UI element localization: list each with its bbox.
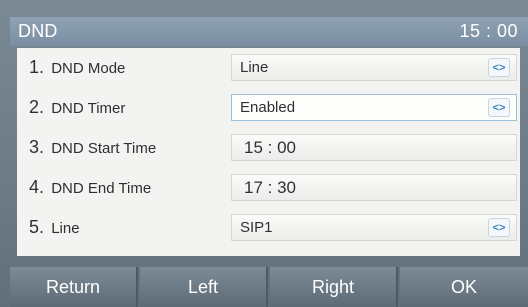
setting-row-dnd-end-time[interactable]: 4. DND End Time 17 : 30 [17, 168, 520, 208]
setting-row-dnd-start-time[interactable]: 3. DND Start Time 15 : 00 [17, 128, 520, 168]
setting-number: 5. [29, 217, 45, 237]
setting-number: 4. [29, 177, 45, 197]
line-select[interactable]: SIP1 <> [231, 214, 517, 241]
dnd-end-time-field[interactable]: 17 : 30 [231, 174, 517, 201]
setting-label-text: DND Timer [51, 100, 126, 117]
setting-label-text: DND Mode [51, 60, 126, 77]
page-title: DND [18, 21, 58, 41]
setting-label: 3. DND Start Time [29, 137, 156, 158]
dnd-start-time-value: 15 : 00 [244, 138, 296, 157]
line-value: SIP1 [240, 219, 273, 236]
dnd-mode-select[interactable]: Line <> [231, 54, 517, 81]
dnd-mode-value: Line [240, 59, 269, 76]
softkey-bar: Return Left Right OK [10, 267, 528, 307]
setting-label-text: Line [51, 220, 80, 237]
setting-label: 4. DND End Time [29, 177, 151, 198]
left-right-arrows-icon[interactable]: <> [488, 58, 510, 77]
title-bar: DND 15 : 00 [10, 17, 528, 46]
phone-screen: DND 15 : 00 1. DND Mode Line <> 2. DND T… [0, 0, 528, 307]
settings-panel: 1. DND Mode Line <> 2. DND Timer Enabled… [17, 48, 520, 256]
setting-number: 1. [29, 57, 45, 77]
clock: 15 : 00 [459, 21, 518, 41]
left-right-arrows-icon[interactable]: <> [488, 98, 510, 117]
setting-row-dnd-mode[interactable]: 1. DND Mode Line <> [17, 48, 520, 88]
setting-label: 5. Line [29, 217, 80, 238]
dnd-timer-select[interactable]: Enabled <> [231, 94, 517, 121]
setting-number: 2. [29, 97, 45, 117]
dnd-timer-value: Enabled [240, 99, 296, 116]
setting-row-dnd-timer[interactable]: 2. DND Timer Enabled <> [17, 88, 520, 128]
ok-softkey[interactable]: OK [400, 267, 528, 307]
setting-number: 3. [29, 137, 45, 157]
setting-label: 1. DND Mode [29, 57, 125, 78]
left-right-arrows-icon[interactable]: <> [488, 218, 510, 237]
setting-row-line[interactable]: 5. Line SIP1 <> [17, 208, 520, 248]
setting-label-text: DND End Time [51, 180, 152, 197]
dnd-start-time-field[interactable]: 15 : 00 [231, 134, 517, 161]
setting-label: 2. DND Timer [29, 97, 125, 118]
left-softkey[interactable]: Left [140, 267, 268, 307]
right-softkey[interactable]: Right [270, 267, 398, 307]
setting-label-text: DND Start Time [51, 140, 157, 157]
dnd-end-time-value: 17 : 30 [244, 178, 296, 197]
return-softkey[interactable]: Return [10, 267, 138, 307]
